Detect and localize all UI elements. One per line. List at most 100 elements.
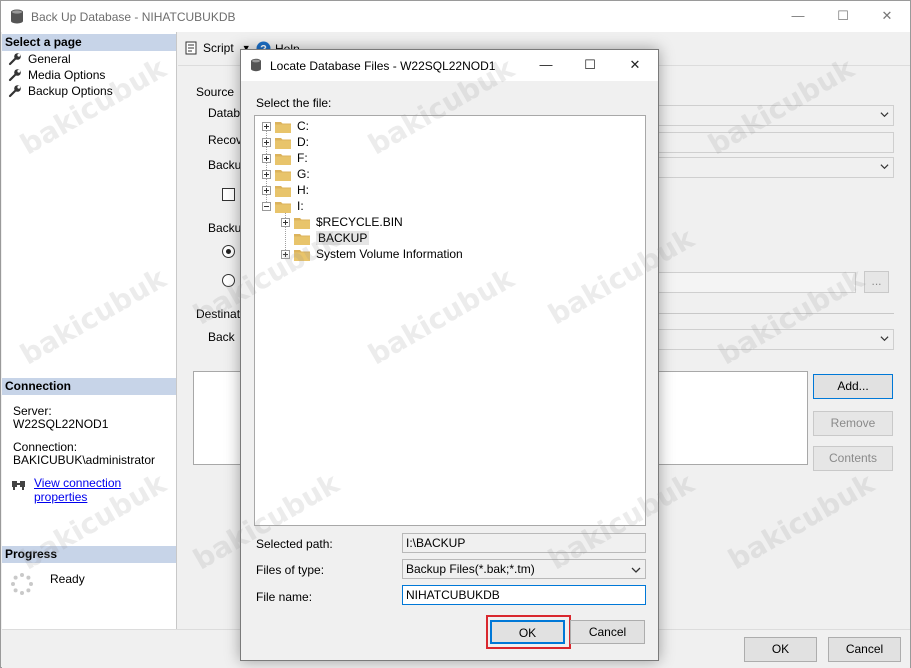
- wrench-icon: [8, 69, 21, 82]
- page-item-label: Backup Options: [28, 84, 113, 98]
- tree-node-i[interactable]: I:: [262, 198, 304, 214]
- database-combo[interactable]: [658, 105, 894, 126]
- expand-icon[interactable]: [262, 169, 271, 179]
- tree-node-label: C:: [297, 119, 309, 133]
- expand-icon[interactable]: [281, 217, 290, 227]
- window-title: Back Up Database - NIHATCUBUKDB: [31, 10, 236, 24]
- selected-path-label: Selected path:: [256, 537, 333, 551]
- progress-status: Ready: [50, 572, 85, 586]
- files-of-type-select[interactable]: Backup Files(*.bak;*.tm): [402, 559, 646, 579]
- tree-node-c[interactable]: C:: [262, 118, 309, 134]
- back-up-to-label: Back: [208, 330, 235, 344]
- dialog-minimize-button[interactable]: —: [526, 54, 566, 76]
- backup-type-combo[interactable]: [658, 157, 894, 178]
- script-icon: [185, 41, 197, 55]
- database-icon: [11, 9, 23, 24]
- left-pane: Select a page General Media Options Back…: [2, 32, 177, 629]
- file-name-input[interactable]: NIHATCUBUKDB: [402, 585, 646, 605]
- folder-icon: [275, 153, 291, 165]
- tree-node-label: $RECYCLE.BIN: [316, 215, 403, 229]
- tree-node-h[interactable]: H:: [262, 182, 309, 198]
- dialog-close-button[interactable]: ✕: [615, 54, 655, 76]
- back-up-to-combo[interactable]: [658, 329, 894, 350]
- tree-node-label: BACKUP: [316, 231, 370, 245]
- tree-node-label: G:: [297, 167, 310, 181]
- tree-node-backup[interactable]: BACKUP: [294, 230, 370, 246]
- tree-node-label: H:: [297, 183, 309, 197]
- folder-icon: [275, 121, 291, 133]
- folder-icon: [275, 137, 291, 149]
- tree-node-label: I:: [297, 199, 304, 213]
- folder-icon: [294, 233, 310, 245]
- dialog-maximize-button[interactable]: ☐: [570, 54, 610, 76]
- expand-icon[interactable]: [262, 185, 271, 195]
- wrench-icon: [8, 53, 21, 66]
- tree-node-g[interactable]: G:: [262, 166, 310, 182]
- database-icon: [251, 58, 261, 72]
- folder-icon: [275, 169, 291, 181]
- page-item-backup-options[interactable]: Backup Options: [8, 83, 113, 99]
- files-filegroups-field: [658, 272, 856, 293]
- destination-divider: [658, 313, 894, 314]
- tree-node-system-volume-information[interactable]: System Volume Information: [281, 246, 463, 262]
- files-filegroups-radio[interactable]: [222, 274, 235, 287]
- page-item-label: Media Options: [28, 68, 106, 82]
- locate-database-files-dialog: Locate Database Files - W22SQL22NOD1 — ☐…: [240, 49, 659, 661]
- folder-open-icon: [275, 201, 291, 213]
- add-destination-button[interactable]: Add...: [813, 374, 893, 399]
- tree-node-d[interactable]: D:: [262, 134, 309, 150]
- file-tree[interactable]: C: D: F: G: H: I: $RECYCLE.BIN BACKUP Sy…: [254, 115, 646, 526]
- collapse-icon[interactable]: [262, 201, 271, 211]
- dialog-title: Locate Database Files - W22SQL22NOD1: [270, 59, 496, 73]
- folder-icon: [294, 217, 310, 229]
- dialog-cancel-button[interactable]: Cancel: [570, 620, 645, 644]
- browse-button[interactable]: ...: [864, 271, 889, 293]
- contents-button[interactable]: Contents: [813, 446, 893, 471]
- select-file-label: Select the file:: [256, 96, 332, 110]
- tree-node-label: System Volume Information: [316, 247, 463, 261]
- connection-properties-icon: [12, 481, 25, 490]
- file-name-label: File name:: [256, 590, 313, 604]
- backup-component-label: Backu: [208, 221, 242, 235]
- dialog-title-bar: Locate Database Files - W22SQL22NOD1 — ☐…: [241, 50, 658, 81]
- progress-header: Progress: [2, 546, 176, 563]
- recovery-model-label: Recov: [208, 133, 243, 147]
- page-item-general[interactable]: General: [8, 51, 71, 67]
- chevron-down-icon: [880, 336, 889, 342]
- expand-icon[interactable]: [262, 153, 271, 163]
- folder-icon: [275, 185, 291, 197]
- connection-value: BAKICUBUK\administrator: [13, 453, 156, 467]
- copy-only-checkbox[interactable]: [222, 188, 235, 201]
- files-of-type-label: Files of type:: [256, 563, 325, 577]
- dialog-ok-button[interactable]: OK: [490, 620, 565, 644]
- title-bar: Back Up Database - NIHATCUBUKDB — ☐ ✕: [1, 1, 910, 32]
- close-button[interactable]: ✕: [867, 5, 907, 27]
- maximize-button[interactable]: ☐: [823, 5, 863, 27]
- expand-icon[interactable]: [262, 137, 271, 147]
- recovery-model-field: [658, 132, 894, 153]
- chevron-down-icon: [880, 164, 889, 170]
- view-connection-properties-link[interactable]: View connection properties: [34, 476, 176, 504]
- tree-node-f[interactable]: F:: [262, 150, 308, 166]
- chevron-down-icon: [880, 112, 889, 118]
- connection-header: Connection: [2, 378, 176, 395]
- tree-node-label: D:: [297, 135, 309, 149]
- page-item-media-options[interactable]: Media Options: [8, 67, 105, 83]
- expand-icon[interactable]: [262, 121, 271, 131]
- folder-icon: [294, 249, 310, 261]
- server-label: Server:: [13, 404, 52, 418]
- select-page-header: Select a page: [2, 34, 176, 51]
- server-value: W22SQL22NOD1: [13, 417, 109, 431]
- connection-label: Connection:: [13, 440, 78, 454]
- progress-spinner-icon: [11, 573, 33, 595]
- files-of-type-value: Backup Files(*.bak;*.tm): [406, 562, 535, 576]
- remove-destination-button[interactable]: Remove: [813, 411, 893, 436]
- cancel-button[interactable]: Cancel: [828, 637, 901, 662]
- source-label: Source: [196, 85, 235, 99]
- expand-icon[interactable]: [281, 249, 290, 259]
- ok-button[interactable]: OK: [744, 637, 817, 662]
- database-radio[interactable]: [222, 245, 235, 258]
- selected-path-field: I:\BACKUP: [402, 533, 646, 553]
- minimize-button[interactable]: —: [778, 5, 818, 27]
- tree-node-recycle-bin[interactable]: $RECYCLE.BIN: [281, 214, 403, 230]
